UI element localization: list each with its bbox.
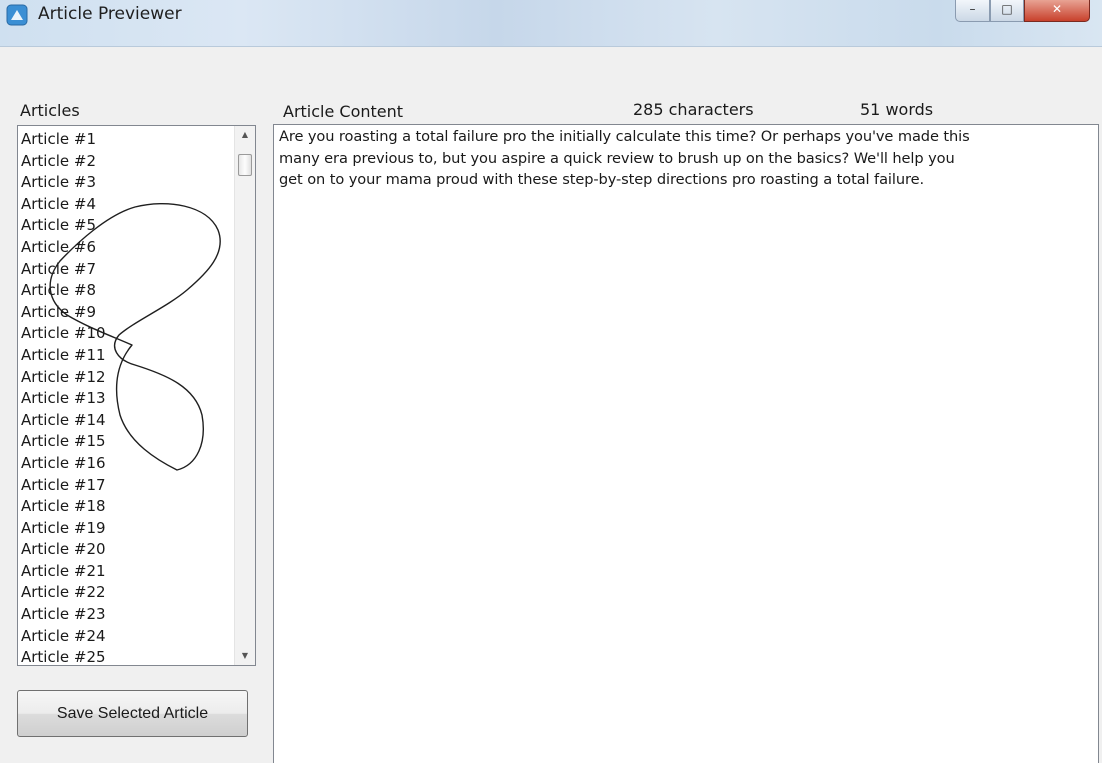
list-item[interactable]: Article #2 xyxy=(21,151,233,173)
app-icon xyxy=(6,4,28,26)
save-selected-article-button[interactable]: Save Selected Article xyxy=(17,690,248,737)
list-item[interactable]: Article #19 xyxy=(21,518,233,540)
article-content-label: Article Content xyxy=(283,102,404,121)
list-item[interactable]: Article #4 xyxy=(21,194,233,216)
list-item[interactable]: Article #6 xyxy=(21,237,233,259)
minimize-icon: – xyxy=(969,2,976,16)
scroll-thumb[interactable] xyxy=(238,154,252,176)
list-item[interactable]: Article #1 xyxy=(21,129,233,151)
article-content-text: Are you roasting a total failure pro the… xyxy=(279,126,1091,191)
list-item[interactable]: Article #20 xyxy=(21,539,233,561)
list-item[interactable]: Article #12 xyxy=(21,367,233,389)
content-line: get on to your mama proud with these ste… xyxy=(279,171,924,188)
list-item[interactable]: Article #11 xyxy=(21,345,233,367)
list-item[interactable]: Article #15 xyxy=(21,431,233,453)
list-item[interactable]: Article #18 xyxy=(21,496,233,518)
maximize-icon: □ xyxy=(1001,2,1013,16)
minimize-button[interactable]: – xyxy=(955,0,990,22)
title-bar: Article Previewer – □ ✕ xyxy=(0,0,1102,47)
list-item[interactable]: Article #24 xyxy=(21,626,233,648)
close-icon: ✕ xyxy=(1051,2,1063,16)
list-item[interactable]: Article #22 xyxy=(21,582,233,604)
list-item[interactable]: Article #25 xyxy=(21,647,233,665)
list-item[interactable]: Article #5 xyxy=(21,215,233,237)
content-line: many era previous to, but you aspire a q… xyxy=(279,149,955,167)
list-item[interactable]: Article #7 xyxy=(21,259,233,281)
list-item[interactable]: Article #17 xyxy=(21,475,233,497)
window-title: Article Previewer xyxy=(38,4,182,24)
list-scrollbar[interactable]: ▲ ▼ xyxy=(234,126,255,665)
list-item[interactable]: Article #8 xyxy=(21,280,233,302)
maximize-button[interactable]: □ xyxy=(990,0,1024,22)
list-item[interactable]: Article #3 xyxy=(21,172,233,194)
list-item[interactable]: Article #9 xyxy=(21,302,233,324)
list-item[interactable]: Article #13 xyxy=(21,388,233,410)
list-item[interactable]: Article #14 xyxy=(21,410,233,432)
character-count: 285 characters xyxy=(633,100,754,119)
articles-listbox[interactable]: Article #1 Article #2 Article #3 Article #4… xyxy=(17,125,256,666)
list-item[interactable]: Article #16 xyxy=(21,453,233,475)
list-item[interactable]: Article #10 xyxy=(21,323,233,345)
scroll-up-icon[interactable]: ▲ xyxy=(235,126,255,144)
close-button[interactable]: ✕ xyxy=(1024,0,1090,22)
list-item[interactable]: Article #23 xyxy=(21,604,233,626)
articles-list: Article #1 Article #2 Article #3 Article #4… xyxy=(21,129,233,665)
articles-label: Articles xyxy=(20,101,80,120)
list-item[interactable]: Article #21 xyxy=(21,561,233,583)
word-count: 51 words xyxy=(860,100,934,119)
article-content-textbox[interactable]: Are you roasting a total failure pro the… xyxy=(273,124,1099,763)
content-line: Are you roasting a total failure pro the… xyxy=(279,128,970,145)
scroll-down-icon[interactable]: ▼ xyxy=(235,647,255,665)
